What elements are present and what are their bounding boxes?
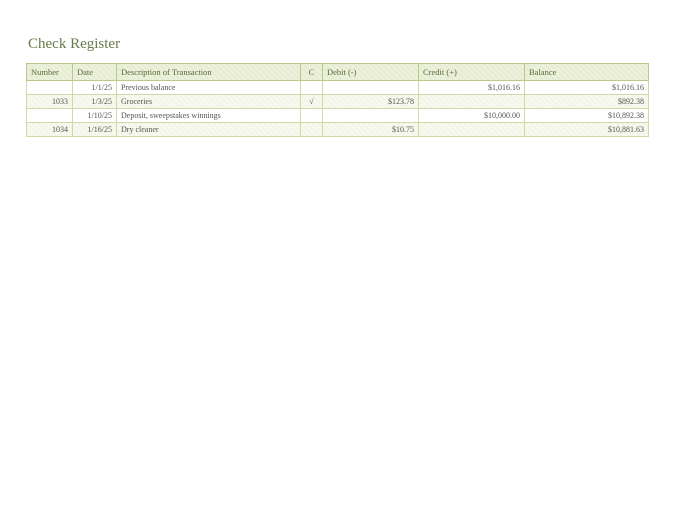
cell-credit: $10,000.00	[419, 109, 525, 123]
cell-date: 1/3/25	[73, 95, 117, 109]
cell-balance: $10,892.38	[525, 109, 649, 123]
cell-number	[27, 109, 73, 123]
cell-number: 1034	[27, 123, 73, 137]
cell-c: √	[301, 95, 323, 109]
col-header-number: Number	[27, 64, 73, 81]
cell-credit: $1,016.16	[419, 81, 525, 95]
cell-balance: $892.38	[525, 95, 649, 109]
cell-number	[27, 81, 73, 95]
cell-credit	[419, 95, 525, 109]
cell-debit: $123.78	[323, 95, 419, 109]
cell-balance: $10,881.63	[525, 123, 649, 137]
col-header-c: C	[301, 64, 323, 81]
col-header-date: Date	[73, 64, 117, 81]
col-header-balance: Balance	[525, 64, 649, 81]
check-register-table: Number Date Description of Transaction C…	[26, 63, 649, 137]
cell-date: 1/10/25	[73, 109, 117, 123]
col-header-credit: Credit (+)	[419, 64, 525, 81]
table-row: 1/10/25 Deposit, sweepstakes winnings $1…	[27, 109, 649, 123]
table-row: 1033 1/3/25 Groceries √ $123.78 $892.38	[27, 95, 649, 109]
cell-credit	[419, 123, 525, 137]
cell-c	[301, 109, 323, 123]
cell-debit: $10.75	[323, 123, 419, 137]
col-header-debit: Debit (-)	[323, 64, 419, 81]
cell-c	[301, 81, 323, 95]
page-title: Check Register	[28, 36, 649, 53]
cell-description: Dry cleaner	[117, 123, 301, 137]
cell-date: 1/16/25	[73, 123, 117, 137]
cell-debit	[323, 81, 419, 95]
cell-description: Previous balance	[117, 81, 301, 95]
cell-description: Deposit, sweepstakes winnings	[117, 109, 301, 123]
cell-number: 1033	[27, 95, 73, 109]
table-row: 1/1/25 Previous balance $1,016.16 $1,016…	[27, 81, 649, 95]
cell-description: Groceries	[117, 95, 301, 109]
cell-date: 1/1/25	[73, 81, 117, 95]
col-header-description: Description of Transaction	[117, 64, 301, 81]
cell-c	[301, 123, 323, 137]
cell-balance: $1,016.16	[525, 81, 649, 95]
table-row: 1034 1/16/25 Dry cleaner $10.75 $10,881.…	[27, 123, 649, 137]
table-header-row: Number Date Description of Transaction C…	[27, 64, 649, 81]
cell-debit	[323, 109, 419, 123]
